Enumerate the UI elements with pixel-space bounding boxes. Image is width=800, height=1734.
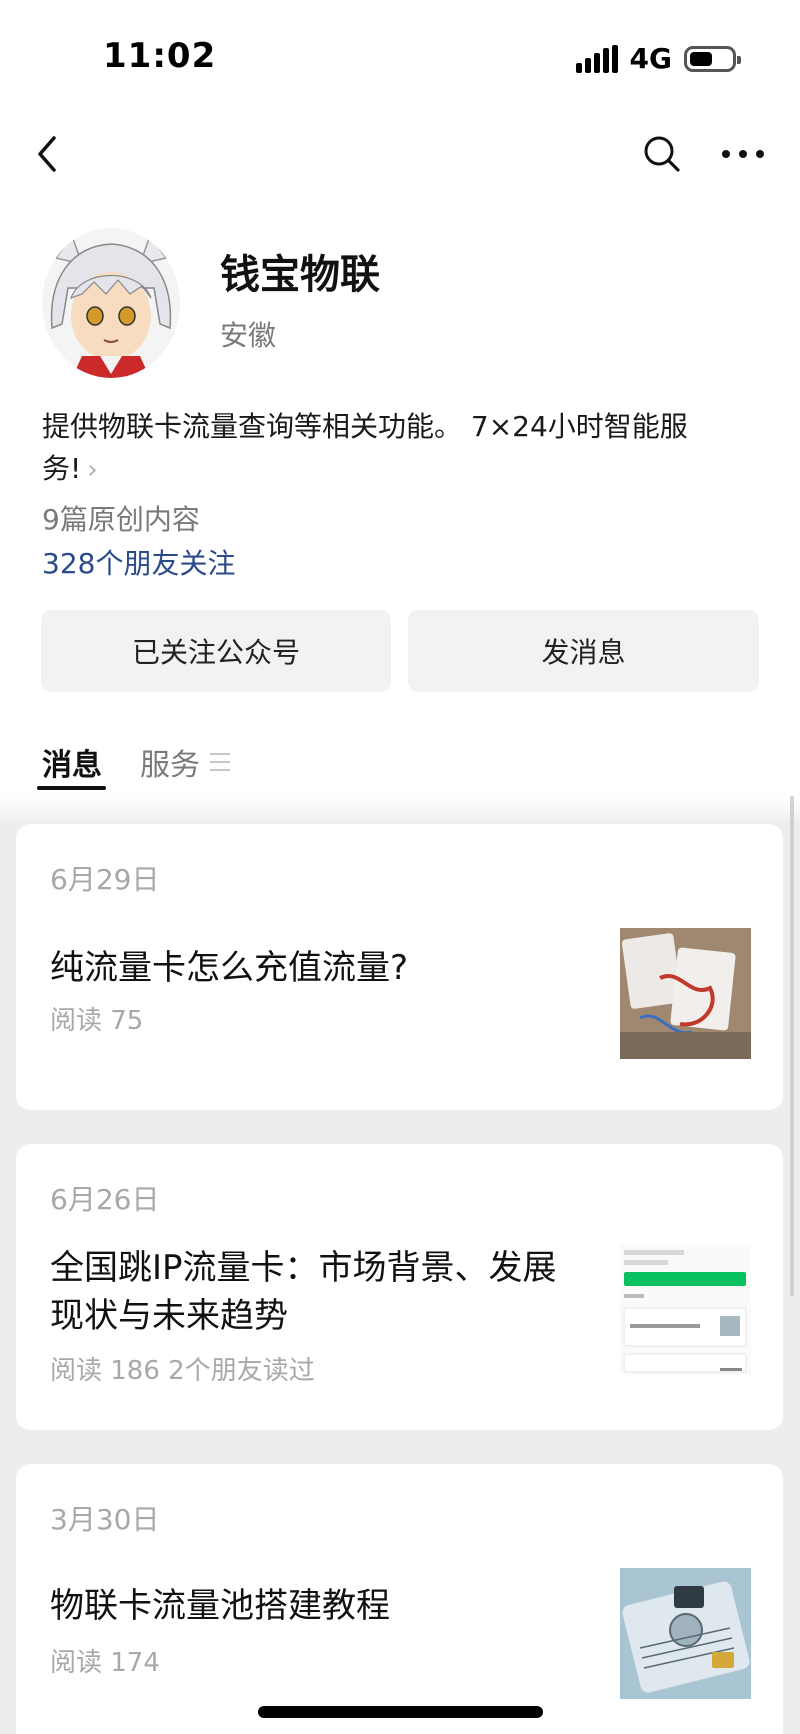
account-description[interactable]: 提供物联卡流量查询等相关功能。 7×24小时智能服务! › xyxy=(42,406,742,491)
article-thumbnail xyxy=(620,928,751,1059)
article-title: 纯流量卡怎么充值流量? xyxy=(50,948,409,988)
original-count: 9篇原创内容 xyxy=(42,503,200,536)
article-thumbnail xyxy=(620,1244,751,1375)
article-thumbnail xyxy=(620,1568,751,1699)
chevron-right-icon: › xyxy=(87,455,98,485)
description-text: 提供物联卡流量查询等相关功能。 7×24小时智能服务! xyxy=(42,410,688,485)
article-meta: 阅读 75 xyxy=(50,1006,144,1036)
article-feed: 6月29日 纯流量卡怎么充值流量? 阅读 75 6月26日 全国跳IP流量卡：市… xyxy=(0,796,800,1734)
menu-icon xyxy=(210,753,230,771)
signal-icon xyxy=(575,44,618,73)
account-avatar[interactable] xyxy=(42,228,180,378)
status-bar: 11:02 4G xyxy=(0,0,800,110)
article-card[interactable]: 6月26日 全国跳IP流量卡：市场背景、发展现状与未来趋势 阅读 186 2个朋… xyxy=(16,1144,783,1430)
article-date: 6月29日 xyxy=(50,863,160,896)
tab-messages[interactable]: 消息 xyxy=(42,740,102,784)
account-name: 钱宝物联 xyxy=(220,252,380,298)
article-title: 物联卡流量池搭建教程 xyxy=(50,1586,390,1626)
home-indicator[interactable] xyxy=(258,1706,543,1718)
send-message-button[interactable]: 发消息 xyxy=(408,610,759,692)
battery-fill xyxy=(690,51,712,66)
tab-services-label: 服务 xyxy=(140,748,200,783)
active-tab-indicator xyxy=(37,786,106,790)
tab-services[interactable]: 服务 xyxy=(140,740,230,784)
tab-bar: 消息 服务 xyxy=(0,730,800,796)
nav-bar xyxy=(0,118,800,190)
friends-following-link[interactable]: 328个朋友关注 xyxy=(42,542,235,582)
article-date: 3月30日 xyxy=(50,1503,160,1536)
back-icon[interactable] xyxy=(28,132,68,176)
more-icon[interactable] xyxy=(718,132,768,176)
article-title: 全国跳IP流量卡：市场背景、发展现状与未来趋势 xyxy=(50,1248,557,1336)
article-date: 6月26日 xyxy=(50,1183,160,1216)
article-meta: 阅读 174 xyxy=(50,1648,160,1678)
network-type: 4G xyxy=(629,42,672,75)
article-card[interactable]: 6月29日 纯流量卡怎么充值流量? 阅读 75 xyxy=(16,824,783,1110)
scrollbar[interactable] xyxy=(790,796,794,1296)
status-time: 11:02 xyxy=(103,36,217,76)
status-indicators: 4G xyxy=(575,42,741,75)
followed-button[interactable]: 已关注公众号 xyxy=(41,610,391,692)
account-region: 安徽 xyxy=(220,319,277,352)
battery-icon xyxy=(684,45,741,72)
article-card[interactable]: 3月30日 物联卡流量池搭建教程 阅读 174 xyxy=(16,1464,783,1734)
article-meta: 阅读 186 2个朋友读过 xyxy=(50,1356,315,1386)
search-icon[interactable] xyxy=(640,132,684,176)
